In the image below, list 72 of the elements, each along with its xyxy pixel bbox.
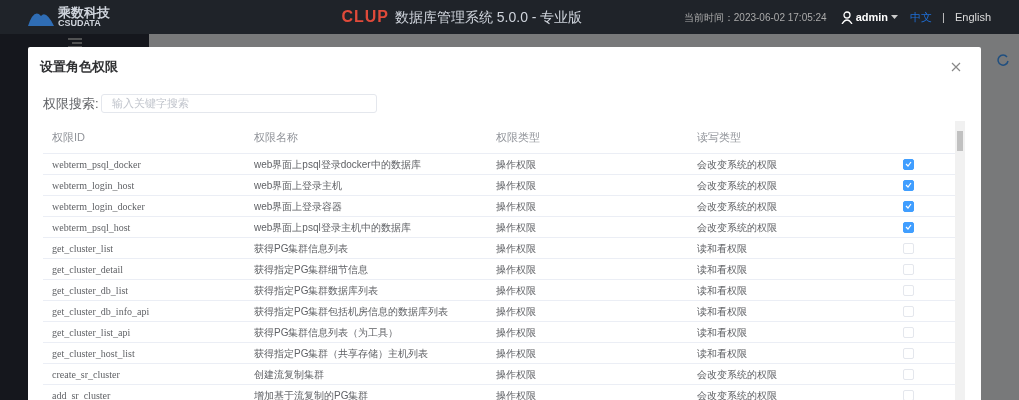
table-cell-text: 操作权限 — [496, 367, 537, 382]
table-cell-text: 会改变系统的权限 — [697, 388, 778, 400]
table-cell-text: 获得指定PG集群包括机房信息的数据库列表 — [254, 304, 450, 319]
table-cell-text: 操作权限 — [496, 199, 537, 214]
table-cell-text: 会改变系统的权限 — [697, 199, 778, 214]
table-cell-text: get_cluster_detail — [52, 262, 125, 277]
table-cell-text: 获得指定PG集群数据库列表 — [254, 283, 380, 298]
table-cell-text: 读和看权限 — [697, 283, 748, 298]
logo-text: 乘数科技 — [58, 6, 110, 19]
user-menu[interactable]: admin — [840, 8, 899, 26]
table-cell-text: 操作权限 — [496, 178, 537, 193]
table-cell-text: 读和看权限 — [697, 304, 748, 319]
table-cell-text: web界面上登录主机 — [254, 178, 344, 193]
dialog-title: 设置角色权限 — [40, 58, 118, 76]
table-cell-text: 获得PG集群信息列表（为工具） — [254, 325, 400, 340]
checkbox[interactable] — [903, 179, 914, 191]
table-cell-text: get_cluster_db_list — [52, 283, 130, 298]
table-cell-text: get_cluster_host_list — [52, 346, 136, 361]
table-cell-text: 操作权限 — [496, 304, 537, 319]
table-cell-text: 会改变系统的权限 — [697, 178, 778, 193]
product-title: 数据库管理系统 5.0.0 - 专业版 — [394, 7, 583, 27]
table-cell-text: webterm_login_host — [52, 178, 136, 193]
refresh-icon[interactable] — [997, 54, 1009, 66]
caret-icon — [891, 15, 899, 19]
table-cell-text: 读和看权限 — [697, 325, 748, 340]
menu-toggle-icon[interactable] — [67, 38, 82, 48]
table-cell-text: 获得PG集群信息列表 — [254, 241, 350, 256]
table-cell-text: 会改变系统的权限 — [697, 367, 778, 382]
logo-subtext: CSUDATA — [58, 19, 101, 28]
table-cell-text: 操作权限 — [496, 346, 537, 361]
close-icon — [951, 61, 961, 72]
product-logo: CLUP — [341, 7, 389, 27]
table-cell-text: 操作权限 — [496, 283, 537, 298]
table-cell-text: web界面上psql登录docker中的数据库 — [254, 157, 422, 172]
table-cell-text: web界面上登录容器 — [254, 199, 344, 214]
table-cell-text: 操作权限 — [496, 157, 537, 172]
language-link[interactable]: English — [954, 8, 991, 26]
user-icon — [840, 10, 853, 24]
checkbox[interactable] — [903, 221, 914, 233]
table-cell-text: create_sr_cluster — [52, 367, 121, 382]
table-cell-text: 读和看权限 — [697, 241, 748, 256]
table-cell-text: 操作权限 — [496, 262, 537, 277]
column-header: 权限名称 — [254, 129, 299, 145]
table-cell-text: get_cluster_db_info_api — [52, 304, 151, 319]
table-cell-text: get_cluster_list_api — [52, 325, 132, 340]
table-cell-text: 会改变系统的权限 — [697, 157, 778, 172]
table-cell-text: web界面上psql登录主机中的数据库 — [254, 220, 412, 235]
column-header: 权限类型 — [496, 129, 541, 145]
table-cell-text: 会改变系统的权限 — [697, 220, 778, 235]
table-cell-text: 操作权限 — [496, 220, 537, 235]
checkbox[interactable] — [903, 158, 914, 170]
table-cell-text: 读和看权限 — [697, 262, 748, 277]
table-cell-text: 获得指定PG集群细节信息 — [254, 262, 370, 277]
table-cell-text: webterm_psql_host — [52, 220, 132, 235]
table-cell-text: 获得指定PG集群（共享存储）主机列表 — [254, 346, 430, 361]
table-cell-text: webterm_psql_docker — [52, 157, 142, 172]
table-cell-text: 创建流复制集群 — [254, 367, 325, 382]
column-header: 权限ID — [52, 129, 86, 145]
table-cell-text: webterm_login_docker — [52, 199, 146, 214]
table-cell-text: 读和看权限 — [697, 346, 748, 361]
column-header: 读写类型 — [697, 129, 742, 145]
table-cell-text: 增加基于流复制的PG集群 — [254, 388, 370, 400]
search-label: 权限搜索: — [43, 94, 99, 113]
language-separator: | — [942, 9, 945, 25]
table-cell-text: 操作权限 — [496, 325, 537, 340]
current-time: 当前时间：2023-06-02 17:05:24 — [683, 10, 827, 25]
table-cell-text: 操作权限 — [496, 241, 537, 256]
checkbox[interactable] — [903, 200, 914, 212]
scrollbar[interactable] — [955, 121, 965, 400]
table-cell-text: add_sr_cluster — [52, 388, 112, 400]
table-cell-text: get_cluster_list — [52, 241, 115, 256]
table-cell-text: 操作权限 — [496, 388, 537, 400]
